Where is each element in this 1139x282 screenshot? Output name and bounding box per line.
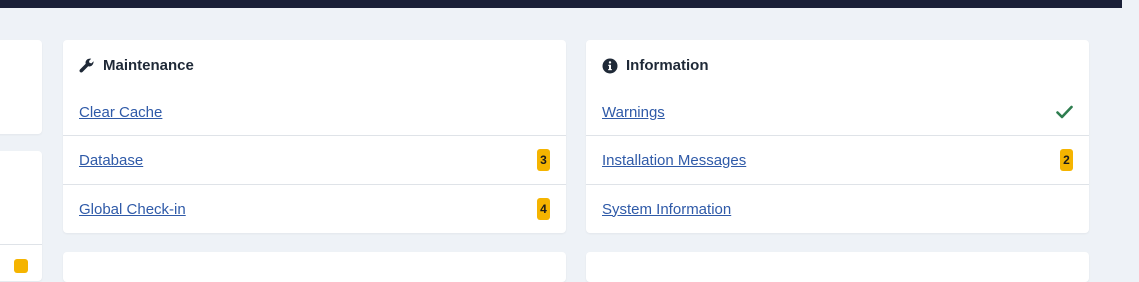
information-title: Information: [626, 57, 709, 74]
global-checkin-link[interactable]: Global Check-in: [79, 201, 186, 218]
maintenance-card: Maintenance Clear Cache Database 3 Globa…: [63, 40, 566, 233]
warnings-link[interactable]: Warnings: [602, 104, 665, 121]
information-row-system-information: System Information: [586, 184, 1089, 233]
information-card: Information Warnings Installation Messag…: [586, 40, 1089, 233]
bottom-card-partial-middle: [63, 252, 566, 282]
maintenance-row-database: Database 3: [63, 135, 566, 184]
maintenance-row-clear-cache: Clear Cache: [63, 89, 566, 135]
information-row-warnings: Warnings: [586, 89, 1089, 135]
information-row-installation-messages: Installation Messages 2: [586, 135, 1089, 184]
info-circle-icon: [602, 58, 618, 74]
left-card-top-partial: [0, 40, 42, 134]
top-header-bar: [0, 0, 1122, 8]
maintenance-row-global-checkin: Global Check-in 4: [63, 184, 566, 233]
system-information-link[interactable]: System Information: [602, 201, 731, 218]
database-count-badge: 3: [537, 149, 550, 171]
left-card-partial-badge: [14, 259, 28, 273]
check-icon: [1056, 105, 1073, 119]
global-checkin-count-badge: 4: [537, 198, 550, 220]
installation-messages-link[interactable]: Installation Messages: [602, 152, 746, 169]
maintenance-title: Maintenance: [103, 57, 194, 74]
bottom-card-partial-right: [586, 252, 1089, 282]
wrench-icon: [79, 58, 95, 74]
maintenance-card-header: Maintenance: [63, 40, 566, 89]
information-card-header: Information: [586, 40, 1089, 89]
clear-cache-link[interactable]: Clear Cache: [79, 104, 162, 121]
database-link[interactable]: Database: [79, 152, 143, 169]
page-scrollbar[interactable]: [1122, 0, 1139, 267]
installation-messages-count-badge: 2: [1060, 149, 1073, 171]
left-card-bottom-partial: [0, 151, 42, 281]
